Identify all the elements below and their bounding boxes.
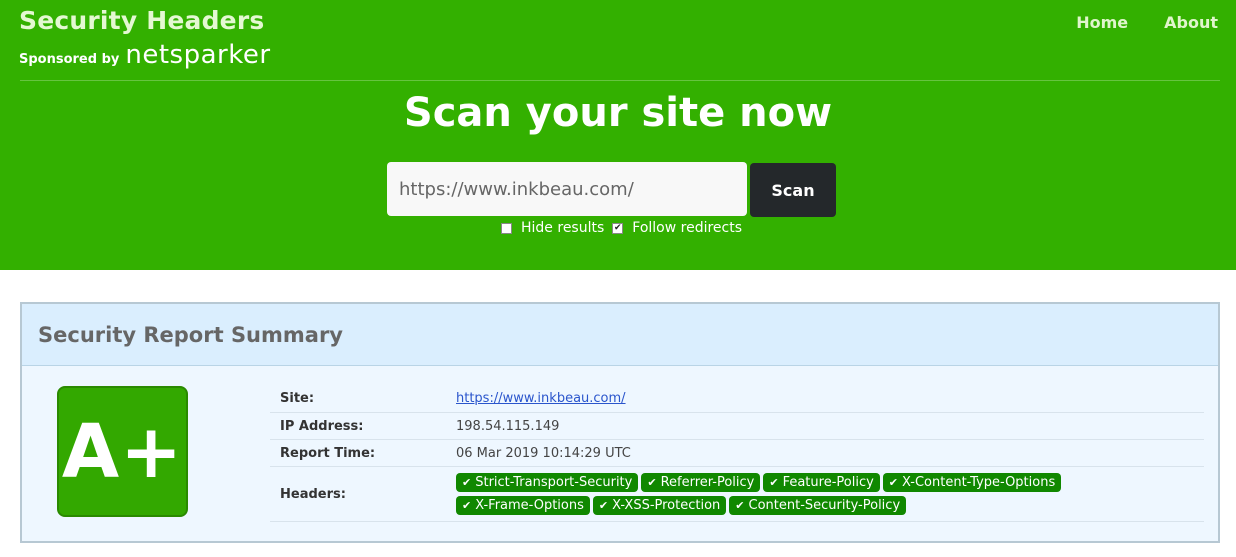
- hide-results-checkbox[interactable]: [501, 222, 512, 234]
- report-header: Security Report Summary: [22, 304, 1218, 366]
- header-badge[interactable]: ✔ Referrer-Policy: [641, 473, 761, 492]
- grade-badge: A+: [57, 386, 188, 517]
- scan-options: Hide results ✔ Follow redirects: [501, 220, 750, 236]
- site-row: Site: https://www.inkbeau.com/: [270, 385, 1204, 413]
- check-icon: ✔: [647, 476, 657, 489]
- nav-home[interactable]: Home: [1076, 13, 1128, 32]
- hero-title: Scan your site now: [403, 90, 833, 136]
- header-badge[interactable]: ✔ Feature-Policy: [763, 473, 880, 492]
- check-icon: ✔: [769, 476, 779, 489]
- check-icon: ✔: [462, 476, 472, 489]
- sponsor-text: Sponsored by: [19, 52, 120, 67]
- netsparker-logo[interactable]: netsparker: [125, 40, 270, 70]
- header-badges: ✔ Strict-Transport-Security ✔ Referrer-Pol…: [456, 471, 1096, 517]
- url-input[interactable]: [387, 162, 747, 216]
- hide-results-option[interactable]: Hide results: [501, 220, 604, 236]
- check-icon: ✔: [462, 499, 472, 512]
- follow-redirects-label: Follow redirects: [632, 220, 743, 236]
- top-nav: Home About: [1040, 13, 1218, 32]
- report-time-label: Report Time:: [280, 445, 376, 461]
- header-badge[interactable]: ✔ Content-Security-Policy: [729, 496, 907, 515]
- check-icon: ✔: [888, 476, 899, 489]
- header-divider: [20, 80, 1220, 81]
- ip-row: IP Address: 198.54.115.149: [270, 413, 1204, 440]
- header-badge[interactable]: ✔ X-Content-Type-Options: [882, 473, 1062, 492]
- headers-label: Headers:: [280, 486, 346, 502]
- ip-value: 198.54.115.149: [456, 418, 560, 434]
- hero-banner: Security Headers Sponsored by netsparker…: [0, 0, 1236, 270]
- site-title[interactable]: Security Headers: [19, 6, 264, 35]
- report-title: Security Report Summary: [38, 322, 343, 347]
- check-icon: ✔: [735, 499, 745, 512]
- nav-about[interactable]: About: [1164, 13, 1218, 32]
- check-icon: ✔: [598, 499, 609, 512]
- security-report-panel: Security Report Summary A+ Site: https:/…: [20, 302, 1220, 543]
- follow-redirects-checkbox[interactable]: ✔: [612, 222, 624, 234]
- header-badge[interactable]: ✔ X-XSS-Protection: [592, 496, 727, 515]
- header-badge[interactable]: ✔ X-Frame-Options: [456, 496, 590, 515]
- follow-redirects-option[interactable]: ✔ Follow redirects: [612, 220, 742, 236]
- site-link[interactable]: https://www.inkbeau.com/: [456, 391, 626, 406]
- sponsor-line: Sponsored by netsparker: [19, 40, 271, 70]
- hide-results-label: Hide results: [521, 220, 605, 236]
- report-time-value: 06 Mar 2019 10:14:29 UTC: [456, 445, 631, 461]
- header-badge[interactable]: ✔ Strict-Transport-Security: [456, 473, 639, 492]
- headers-row: Headers: ✔ Strict-Transport-Security ✔ Ref…: [270, 467, 1204, 522]
- report-time-row: Report Time: 06 Mar 2019 10:14:29 UTC: [270, 440, 1204, 467]
- scan-button[interactable]: Scan: [750, 163, 836, 217]
- site-label: Site:: [280, 391, 315, 406]
- report-info-table: Site: https://www.inkbeau.com/ IP Addres…: [270, 385, 1204, 522]
- ip-label: IP Address:: [280, 418, 364, 434]
